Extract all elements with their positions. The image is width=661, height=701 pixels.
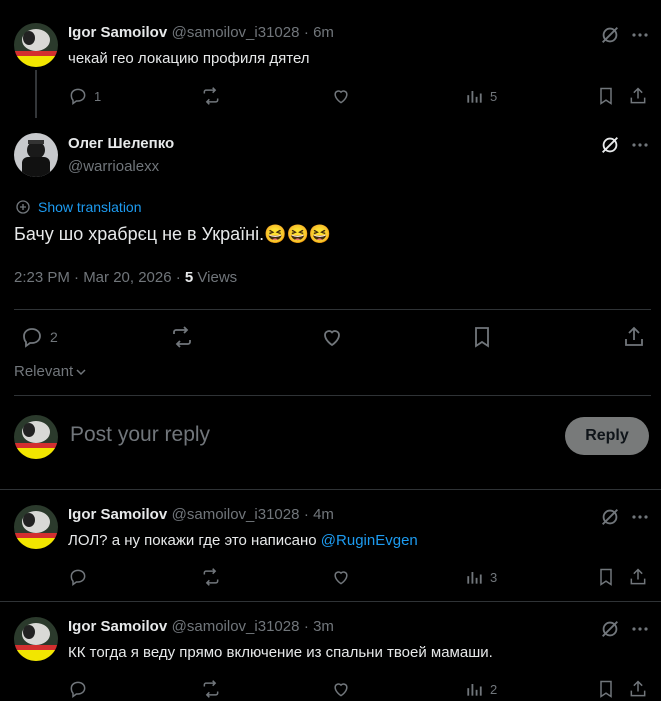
timestamp[interactable]: · 6m — [304, 24, 334, 41]
view-count: 5 — [490, 88, 498, 104]
author-name[interactable]: Олег Шелепко — [68, 135, 174, 152]
author-handle[interactable]: @samoilov_i31028 — [172, 506, 300, 523]
reply-button[interactable] — [68, 567, 88, 587]
divider — [0, 489, 661, 490]
view-count: 2 — [490, 681, 498, 697]
divider — [14, 395, 651, 396]
grok-icon[interactable] — [599, 24, 621, 51]
author-handle[interactable]: @samoilov_i31028 — [172, 618, 300, 635]
views-label: Views — [193, 269, 238, 286]
reply-button[interactable]: 1 — [68, 86, 101, 106]
share-button[interactable] — [628, 679, 648, 699]
bookmark-button[interactable] — [596, 86, 616, 106]
heart-icon — [334, 683, 348, 697]
share-icon — [625, 326, 643, 346]
emoji: 😆😆😆 — [264, 224, 332, 244]
views-button[interactable]: 3 — [464, 567, 497, 587]
grok-icon[interactable] — [599, 134, 621, 161]
repost-icon — [203, 568, 219, 586]
reply-count: 1 — [94, 88, 102, 104]
views-button[interactable]: 2 — [464, 679, 497, 699]
translate-icon — [16, 200, 30, 214]
share-button[interactable] — [622, 325, 646, 349]
author-handle[interactable]: @samoilov_i31028 — [172, 24, 300, 41]
tweet-text: Бачу шо храбрєц не в Україні. — [14, 224, 265, 244]
views-count: 5 — [184, 269, 194, 286]
views-button[interactable]: 5 — [464, 86, 497, 106]
grok-icon[interactable] — [599, 506, 621, 533]
view-count: 3 — [490, 569, 498, 585]
more-icon[interactable] — [631, 508, 649, 531]
repost-button[interactable] — [201, 679, 221, 699]
show-translation[interactable]: Show translation — [14, 198, 142, 216]
tweet-text: КК тогда я веду прямо включение из спаль… — [68, 644, 493, 661]
avatar[interactable] — [14, 133, 58, 177]
bookmark-button[interactable] — [596, 679, 616, 699]
avatar — [14, 415, 58, 459]
views-icon — [467, 684, 482, 696]
repost-button[interactable] — [170, 325, 194, 349]
reply-button[interactable]: 2 — [20, 325, 58, 349]
divider — [14, 309, 651, 310]
grok-icon[interactable] — [599, 618, 621, 645]
show-translation-label[interactable]: Show translation — [38, 199, 142, 215]
share-icon — [630, 568, 646, 585]
reply-input[interactable]: Post your reply — [70, 423, 210, 447]
share-icon — [630, 680, 646, 697]
bookmark-button[interactable] — [596, 567, 616, 587]
bookmark-icon — [600, 87, 612, 105]
divider — [0, 601, 661, 602]
reply-button[interactable]: Reply — [565, 417, 649, 455]
reply-icon — [70, 569, 86, 586]
reply-icon — [70, 88, 86, 105]
more-icon[interactable] — [631, 136, 649, 159]
mention-link[interactable]: @RuginEvgen — [321, 532, 418, 549]
thread-line — [35, 70, 37, 118]
author-name[interactable]: Igor Samoilov — [68, 618, 167, 635]
views-icon — [467, 91, 482, 103]
like-button[interactable] — [331, 679, 351, 699]
author-name[interactable]: Igor Samoilov — [68, 506, 167, 523]
heart-icon — [334, 90, 348, 104]
repost-icon — [203, 87, 219, 105]
views-icon — [467, 572, 482, 584]
more-icon[interactable] — [631, 620, 649, 643]
like-button[interactable] — [331, 567, 351, 587]
heart-icon — [324, 330, 340, 347]
author-name[interactable]: Igor Samoilov — [68, 24, 167, 41]
post-date[interactable]: 2:23 PM · Mar 20, 2026 · — [14, 269, 185, 286]
avatar[interactable] — [14, 617, 58, 661]
reply-count: 2 — [50, 329, 58, 345]
share-button[interactable] — [628, 567, 648, 587]
share-button[interactable] — [628, 86, 648, 106]
reply-icon — [70, 681, 86, 698]
chevron-down-icon — [76, 368, 86, 375]
sort-label: Relevant — [14, 363, 74, 380]
tweet-text: чекай гео локацию профиля дятел — [68, 50, 310, 67]
bookmark-icon — [475, 327, 489, 348]
repost-icon — [173, 326, 191, 348]
bookmark-icon — [600, 680, 612, 698]
like-button[interactable] — [320, 325, 344, 349]
repost-button[interactable] — [201, 567, 221, 587]
heart-icon — [334, 571, 348, 585]
share-icon — [630, 87, 646, 104]
bookmark-icon — [600, 568, 612, 586]
tweet-text: ЛОЛ? а ну покажи где это написано — [68, 532, 321, 549]
timestamp[interactable]: · 4m — [304, 506, 334, 523]
reply-icon — [23, 328, 41, 348]
sort-dropdown[interactable]: Relevant — [14, 363, 87, 380]
bookmark-button[interactable] — [470, 325, 494, 349]
author-handle[interactable]: @warrioalexx — [68, 158, 159, 175]
avatar[interactable] — [14, 505, 58, 549]
repost-icon — [203, 680, 219, 698]
timestamp[interactable]: · 3m — [304, 618, 334, 635]
reply-button[interactable] — [68, 679, 88, 699]
avatar[interactable] — [14, 23, 58, 67]
repost-button[interactable] — [201, 86, 221, 106]
more-icon[interactable] — [631, 26, 649, 49]
like-button[interactable] — [331, 86, 351, 106]
